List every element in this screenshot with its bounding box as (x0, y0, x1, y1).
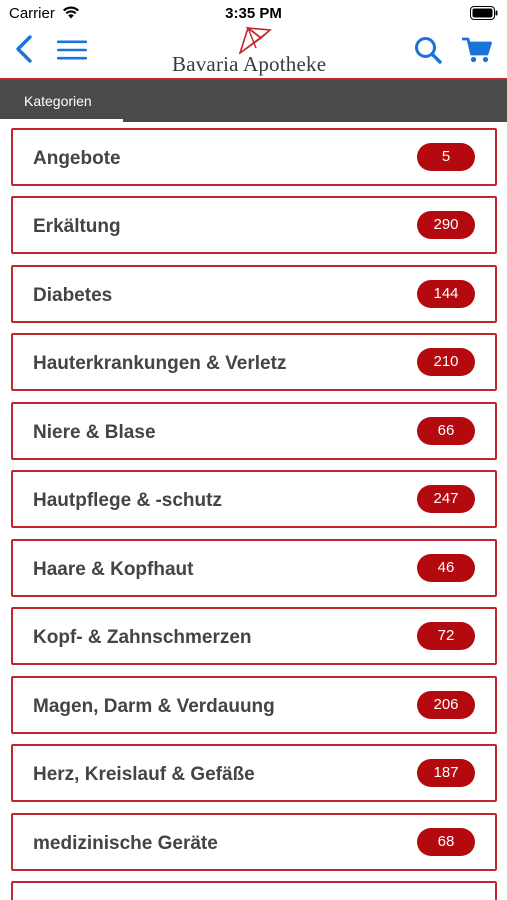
category-count-badge: 290 (417, 211, 475, 239)
category-row-partial[interactable] (11, 881, 497, 900)
brand-logo[interactable]: Bavaria Apotheke (170, 26, 340, 76)
category-count-badge: 68 (417, 828, 475, 856)
search-icon[interactable] (414, 36, 442, 64)
category-count-badge: 187 (417, 759, 475, 787)
category-label: Hautpflege & -schutz (33, 490, 222, 511)
category-count-badge: 72 (417, 622, 475, 650)
category-label: Kopf- & Zahnschmerzen (33, 627, 252, 648)
category-count-badge: 210 (417, 348, 475, 376)
logo-mark-icon (238, 26, 272, 54)
category-row-kopf-zahnschmerzen[interactable]: Kopf- & Zahnschmerzen 72 (11, 607, 497, 665)
category-row-hauterkrankungen[interactable]: Hauterkrankungen & Verletz 210 (11, 333, 497, 391)
category-label: Herz, Kreislauf & Gefäße (33, 764, 255, 785)
category-count-badge: 206 (417, 691, 475, 719)
category-count-badge: 5 (417, 143, 475, 171)
category-row-angebote[interactable]: Angebote 5 (11, 128, 497, 186)
category-label: medizinische Geräte (33, 833, 218, 854)
nav-bar: Bavaria Apotheke (0, 26, 507, 78)
category-label: Erkältung (33, 216, 121, 237)
category-count-badge: 144 (417, 280, 475, 308)
category-row-medizinische-geraete[interactable]: medizinische Geräte 68 (11, 813, 497, 871)
category-list[interactable]: Angebote 5 Erkältung 290 Diabetes 144 Ha… (0, 122, 507, 900)
status-bar: Carrier 3:35 PM (0, 0, 507, 26)
tab-bar: Kategorien (0, 80, 507, 122)
tab-kategorien[interactable]: Kategorien (0, 80, 123, 122)
category-row-magen-darm[interactable]: Magen, Darm & Verdauung 206 (11, 676, 497, 734)
status-time: 3:35 PM (225, 5, 282, 22)
category-label: Angebote (33, 148, 121, 169)
shopping-cart-icon[interactable] (462, 37, 492, 63)
hamburger-menu-icon[interactable] (56, 39, 88, 61)
category-row-herz-kreislauf[interactable]: Herz, Kreislauf & Gefäße 187 (11, 744, 497, 802)
category-row-haare-kopfhaut[interactable]: Haare & Kopfhaut 46 (11, 539, 497, 597)
category-row-erkaeltung[interactable]: Erkältung 290 (11, 196, 497, 254)
category-row-hautpflege[interactable]: Hautpflege & -schutz 247 (11, 470, 497, 528)
logo-text: Bavaria Apotheke (172, 52, 327, 76)
category-row-niere-blase[interactable]: Niere & Blase 66 (11, 402, 497, 460)
tab-label: Kategorien (24, 93, 92, 109)
category-row-diabetes[interactable]: Diabetes 144 (11, 265, 497, 323)
category-label: Diabetes (33, 285, 113, 306)
category-label: Niere & Blase (33, 422, 156, 443)
category-count-badge: 46 (417, 554, 475, 582)
category-label: Hauterkrankungen & Verletz (33, 353, 287, 374)
category-label: Haare & Kopfhaut (33, 559, 194, 580)
battery-icon (470, 6, 498, 20)
category-count-badge: 247 (417, 485, 475, 513)
back-chevron-icon[interactable] (12, 34, 36, 64)
category-count-badge: 66 (417, 417, 475, 445)
category-label: Magen, Darm & Verdauung (33, 696, 275, 717)
